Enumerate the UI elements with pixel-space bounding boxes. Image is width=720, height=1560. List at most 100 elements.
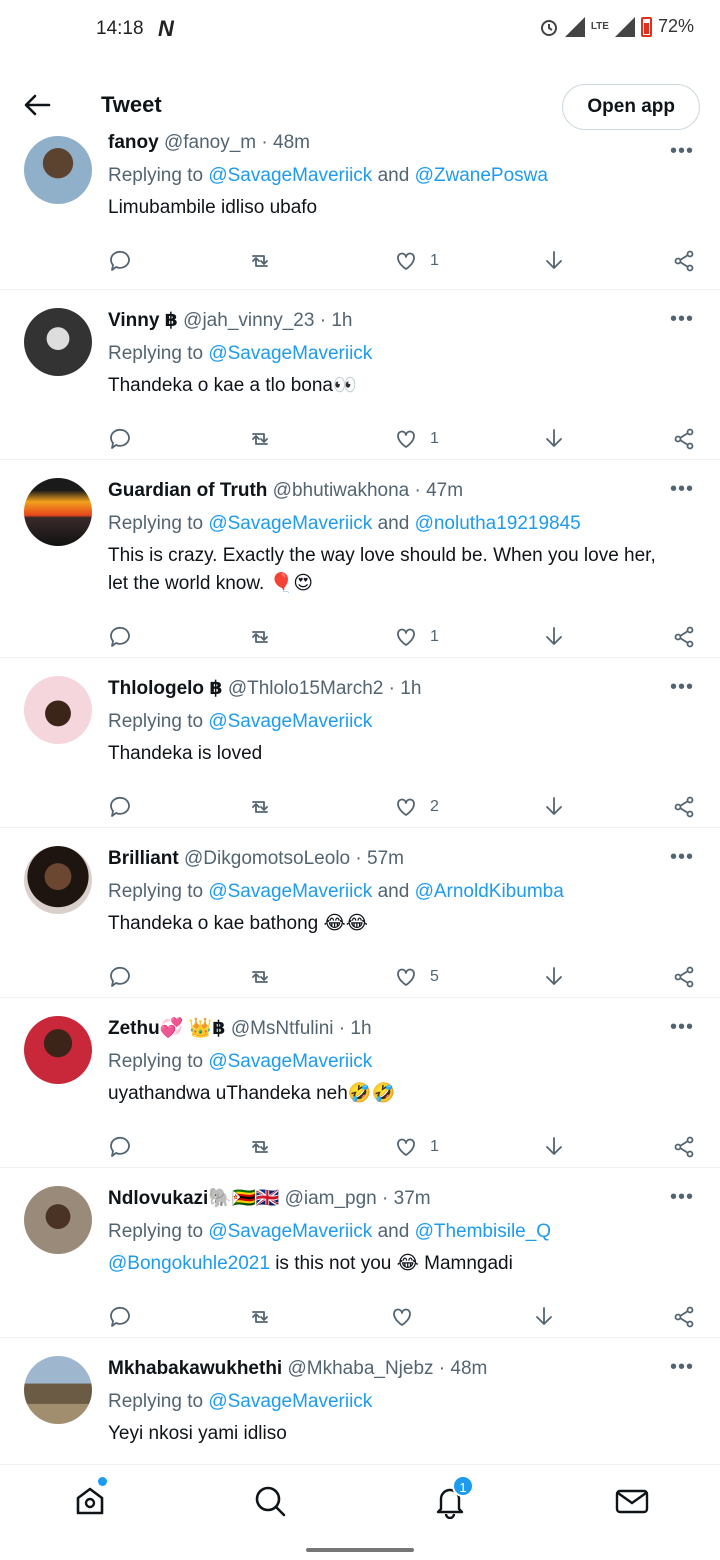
tweet-time[interactable]: 48m (273, 132, 310, 153)
mention-link[interactable]: @SavageMaveriick (208, 1051, 372, 1072)
avatar[interactable] (24, 1016, 92, 1084)
avatar[interactable] (24, 1186, 92, 1254)
reply-button[interactable] (108, 426, 132, 452)
download-button[interactable] (542, 248, 566, 274)
mention-link[interactable]: @nolutha19219845 (415, 513, 581, 534)
like-button[interactable] (390, 1304, 414, 1330)
tweet-time[interactable]: 1h (331, 310, 352, 331)
share-button[interactable] (672, 964, 696, 990)
mention-link[interactable]: @SavageMaveriick (208, 343, 372, 364)
reply-button[interactable] (108, 248, 132, 274)
handle[interactable]: @jah_vinny_23 (183, 310, 314, 331)
mail-icon[interactable] (614, 1483, 650, 1519)
handle[interactable]: @Thlolo15March2 (228, 678, 384, 699)
more-icon[interactable]: ••• (670, 846, 694, 869)
retweet-button[interactable] (248, 794, 272, 820)
display-name[interactable]: Ndlovukazi🐘🇿🇼🇬🇧 (108, 1188, 279, 1209)
share-button[interactable] (672, 794, 696, 820)
reply-button[interactable] (108, 964, 132, 990)
home-icon[interactable] (72, 1483, 108, 1519)
reply-tweet[interactable]: Brilliant @DikgomotsoLeolo · 57m ••• Rep… (0, 828, 720, 998)
mention-link[interactable]: @SavageMaveriick (208, 165, 372, 186)
retweet-button[interactable] (248, 248, 272, 274)
display-name[interactable]: Vinny ฿ (108, 310, 178, 331)
avatar[interactable] (24, 308, 92, 376)
reply-button[interactable] (108, 1134, 132, 1160)
display-name[interactable]: fanoy (108, 132, 159, 153)
tweet-time[interactable]: 57m (367, 848, 404, 869)
like-button[interactable]: 2 (394, 794, 439, 820)
more-icon[interactable]: ••• (670, 1186, 694, 1209)
avatar[interactable] (24, 676, 92, 744)
avatar[interactable] (24, 846, 92, 914)
avatar[interactable] (24, 1356, 92, 1424)
reply-button[interactable] (108, 794, 132, 820)
reply-tweet[interactable]: Thlologelo ฿ @Thlolo15March2 · 1h ••• Re… (0, 658, 720, 828)
display-name[interactable]: Thlologelo ฿ (108, 678, 223, 699)
reply-tweet[interactable]: Ndlovukazi🐘🇿🇼🇬🇧 @iam_pgn · 37m ••• Reply… (0, 1168, 720, 1338)
share-button[interactable] (672, 426, 696, 452)
download-button[interactable] (542, 624, 566, 650)
download-button[interactable] (542, 794, 566, 820)
tweet-time[interactable]: 47m (426, 480, 463, 501)
download-button[interactable] (532, 1304, 556, 1330)
search-icon[interactable] (252, 1483, 288, 1519)
like-button[interactable]: 1 (394, 426, 439, 452)
share-button[interactable] (672, 1134, 696, 1160)
handle[interactable]: @fanoy_m (164, 132, 256, 153)
reply-tweet[interactable]: Mkhabakawukhethi @Mkhaba_Njebz · 48m •••… (0, 1338, 720, 1464)
home-indicator[interactable] (306, 1548, 414, 1552)
handle[interactable]: @DikgomotsoLeolo (184, 848, 350, 869)
handle[interactable]: @iam_pgn (285, 1188, 377, 1209)
mention-link[interactable]: @Thembisile_Q (415, 1221, 552, 1242)
mention-link[interactable]: @SavageMaveriick (208, 711, 372, 732)
reply-button[interactable] (108, 624, 132, 650)
more-icon[interactable]: ••• (670, 676, 694, 699)
avatar[interactable] (24, 136, 92, 204)
tweet-time[interactable]: 1h (400, 678, 421, 699)
more-icon[interactable]: ••• (670, 1016, 694, 1039)
download-button[interactable] (542, 964, 566, 990)
more-icon[interactable]: ••• (670, 1356, 694, 1379)
replies-feed[interactable]: fanoy @fanoy_m · 48m ••• Replying to @Sa… (0, 130, 720, 1464)
more-icon[interactable]: ••• (670, 478, 694, 501)
retweet-button[interactable] (248, 1304, 272, 1330)
download-button[interactable] (542, 426, 566, 452)
display-name[interactable]: Brilliant (108, 848, 179, 869)
retweet-button[interactable] (248, 624, 272, 650)
mention-link[interactable]: @ZwanePoswa (415, 165, 548, 186)
avatar[interactable] (24, 478, 92, 546)
display-name[interactable]: Zethu💞 👑฿ (108, 1018, 226, 1039)
mention-link[interactable]: @ArnoldKibumba (415, 881, 564, 902)
reply-tweet[interactable]: Vinny ฿ @jah_vinny_23 · 1h ••• Replying … (0, 290, 720, 460)
share-button[interactable] (672, 248, 696, 274)
mention-link[interactable]: @SavageMaveriick (208, 1391, 372, 1412)
tweet-time[interactable]: 48m (450, 1358, 487, 1379)
like-button[interactable]: 1 (394, 248, 439, 274)
handle[interactable]: @bhutiwakhona (273, 480, 410, 501)
like-button[interactable]: 1 (394, 1134, 439, 1160)
display-name[interactable]: Guardian of Truth (108, 480, 267, 501)
reply-tweet[interactable]: Zethu💞 👑฿ @MsNtfulini · 1h ••• Replying … (0, 998, 720, 1168)
share-button[interactable] (672, 1304, 696, 1330)
retweet-button[interactable] (248, 964, 272, 990)
handle[interactable]: @MsNtfulini (231, 1018, 334, 1039)
retweet-button[interactable] (248, 1134, 272, 1160)
more-icon[interactable]: ••• (670, 308, 694, 331)
mention-link[interactable]: @SavageMaveriick (208, 513, 372, 534)
like-button[interactable]: 1 (394, 624, 439, 650)
tweet-time[interactable]: 37m (394, 1188, 431, 1209)
display-name[interactable]: Mkhabakawukhethi (108, 1358, 282, 1379)
back-arrow-icon[interactable] (22, 90, 52, 120)
mention-link[interactable]: @SavageMaveriick (208, 1221, 372, 1242)
tweet-time[interactable]: 1h (350, 1018, 371, 1039)
reply-tweet[interactable]: fanoy @fanoy_m · 48m ••• Replying to @Sa… (0, 130, 720, 290)
download-button[interactable] (542, 1134, 566, 1160)
share-button[interactable] (672, 624, 696, 650)
retweet-button[interactable] (248, 426, 272, 452)
mention-link[interactable]: @SavageMaveriick (208, 881, 372, 902)
reply-tweet[interactable]: Guardian of Truth @bhutiwakhona · 47m ••… (0, 460, 720, 658)
more-icon[interactable]: ••• (670, 140, 694, 163)
mention-link[interactable]: @Bongokuhle2021 (108, 1253, 270, 1274)
reply-button[interactable] (108, 1304, 132, 1330)
